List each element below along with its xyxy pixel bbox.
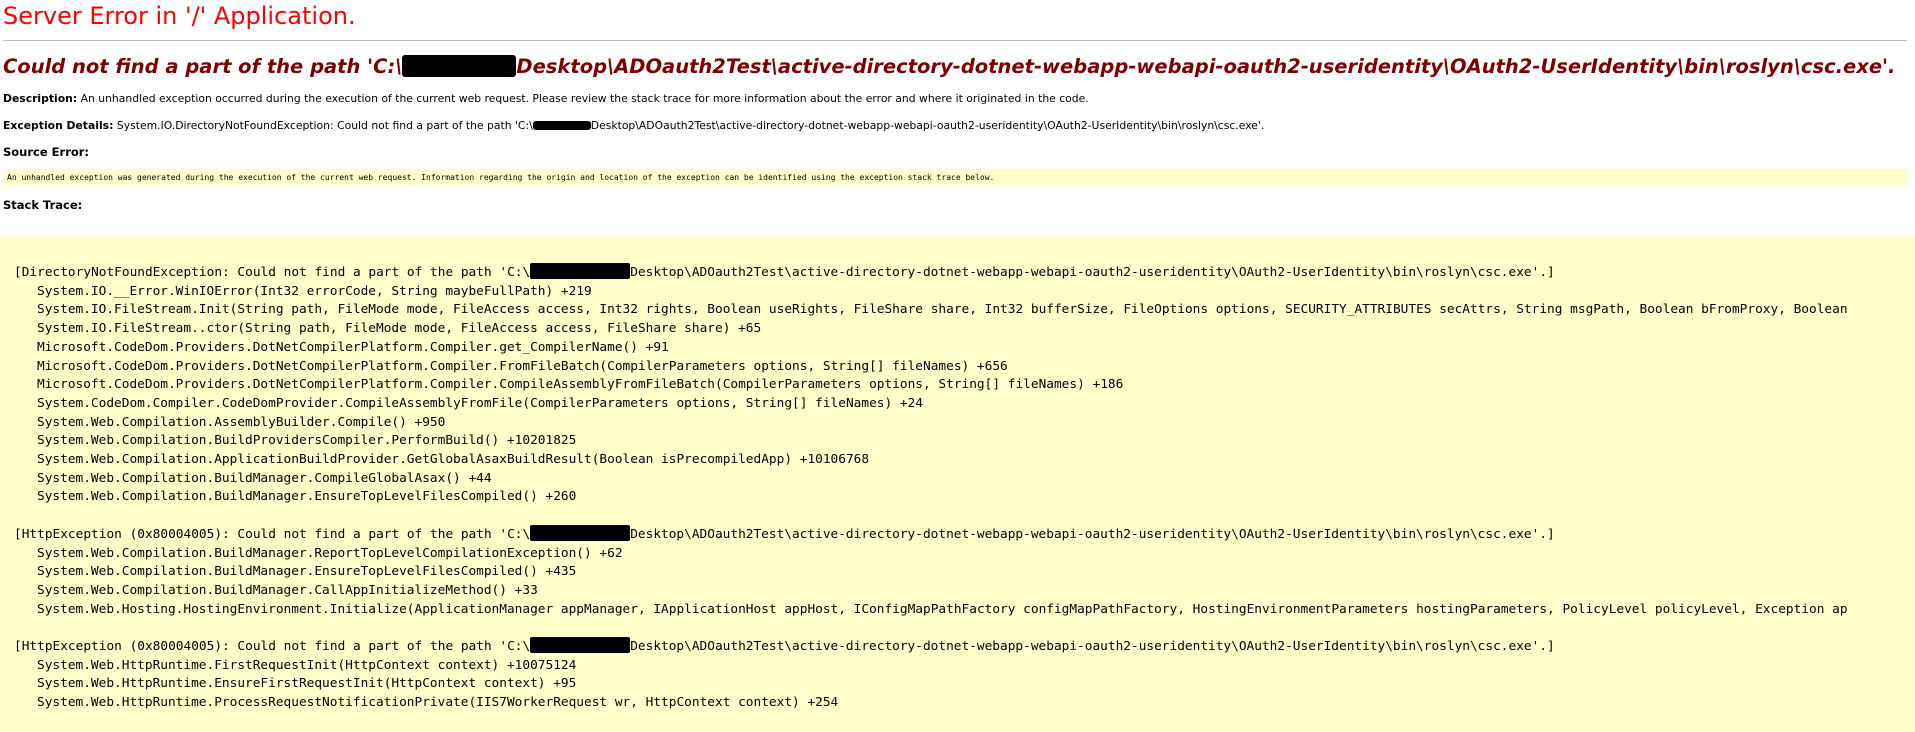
exception-header: [DirectoryNotFoundException: Could not f… [14,263,1915,283]
error-title-prefix: Could not find a part of the path 'C:\ [3,55,403,78]
stack-frame: Microsoft.CodeDom.Providers.DotNetCompil… [37,339,669,355]
stack-frame: System.Web.HttpRuntime.ProcessRequestNot… [37,695,839,711]
stack-trace-label: Stack Trace: [3,198,83,212]
stack-frame: System.Web.Compilation.BuildManager.Call… [37,582,538,598]
stack-frame: System.Web.Compilation.ApplicationBuildP… [37,452,870,468]
stack-frame: System.Web.Hosting.HostingEnvironment.In… [37,601,1848,617]
redacted-username [530,263,631,279]
exception-details: Exception Details: System.IO.DirectoryNo… [3,119,1915,133]
source-error-box: An unhandled exception was generated dur… [3,169,1907,186]
stack-frame: System.Web.Compilation.BuildManager.Repo… [37,545,623,561]
stack-frame: Microsoft.CodeDom.Providers.DotNetCompil… [37,377,1124,393]
redacted-username [532,120,591,130]
description-label: Description: [3,92,78,105]
stack-trace-block: [DirectoryNotFoundException: Could not f… [14,263,1915,507]
stack-frame: System.Web.HttpRuntime.FirstRequestInit(… [37,657,577,673]
redacted-username [530,524,631,541]
exception-header-prefix: [HttpException (0x80004005): Could not f… [14,639,531,655]
error-title-suffix: Desktop\ADOauth2Test\active-directory-do… [516,55,1896,78]
description: Description: An unhandled exception occu… [3,92,1915,106]
stack-frame: System.CodeDom.Compiler.CodeDomProvider.… [37,395,924,411]
exception-details-label: Exception Details: [3,119,114,132]
exception-details-suffix: Desktop\ADOauth2Test\active-directory-do… [590,119,1265,132]
stack-frame: System.Web.Compilation.BuildManager.Ensu… [37,489,577,505]
stack-frame: System.Web.HttpRuntime.EnsureFirstReques… [37,676,577,692]
error-title: Could not find a part of the path 'C:\ De… [3,54,1915,79]
description-text: An unhandled exception occurred during t… [77,92,1089,105]
exception-header-suffix: Desktop\ADOauth2Test\active-directory-do… [630,526,1555,542]
exception-header-prefix: [DirectoryNotFoundException: Could not f… [14,265,531,280]
stack-frame: System.IO.FileStream..ctor(String path, … [37,321,762,337]
stack-frame: Microsoft.CodeDom.Providers.DotNetCompil… [37,358,1008,374]
page-heading: Server Error in '/' Application. [3,2,356,30]
stack-frame: System.IO.__Error.WinIOError(Int32 error… [37,283,592,299]
exception-header-suffix: Desktop\ADOauth2Test\active-directory-do… [630,639,1555,655]
stack-trace-block: [HttpException (0x80004005): Could not f… [14,637,1915,713]
source-error-text: An unhandled exception was generated dur… [7,173,995,182]
stack-trace-box: [DirectoryNotFoundException: Could not f… [0,236,1915,732]
exception-details-prefix: System.IO.DirectoryNotFoundException: Co… [113,119,533,132]
stack-frame: System.Web.Compilation.BuildManager.Comp… [37,470,492,486]
stack-frame: System.Web.Compilation.AssemblyBuilder.C… [37,414,446,430]
exception-header-prefix: [HttpException (0x80004005): Could not f… [14,526,531,542]
exception-header-suffix: Desktop\ADOauth2Test\active-directory-do… [630,265,1555,280]
stack-frame: System.IO.FileStream.Init(String path, F… [37,302,1848,318]
heading-divider [3,40,1907,41]
redacted-username [402,54,517,77]
redacted-username [530,637,631,654]
exception-header: [HttpException (0x80004005): Could not f… [14,524,1915,545]
stack-frame: System.Web.Compilation.BuildManager.Ensu… [37,564,577,580]
stack-frame: System.Web.Compilation.BuildProvidersCom… [37,433,577,449]
exception-header: [HttpException (0x80004005): Could not f… [14,637,1915,657]
source-error-label: Source Error: [3,145,90,159]
stack-trace-block: [HttpException (0x80004005): Could not f… [14,524,1915,620]
